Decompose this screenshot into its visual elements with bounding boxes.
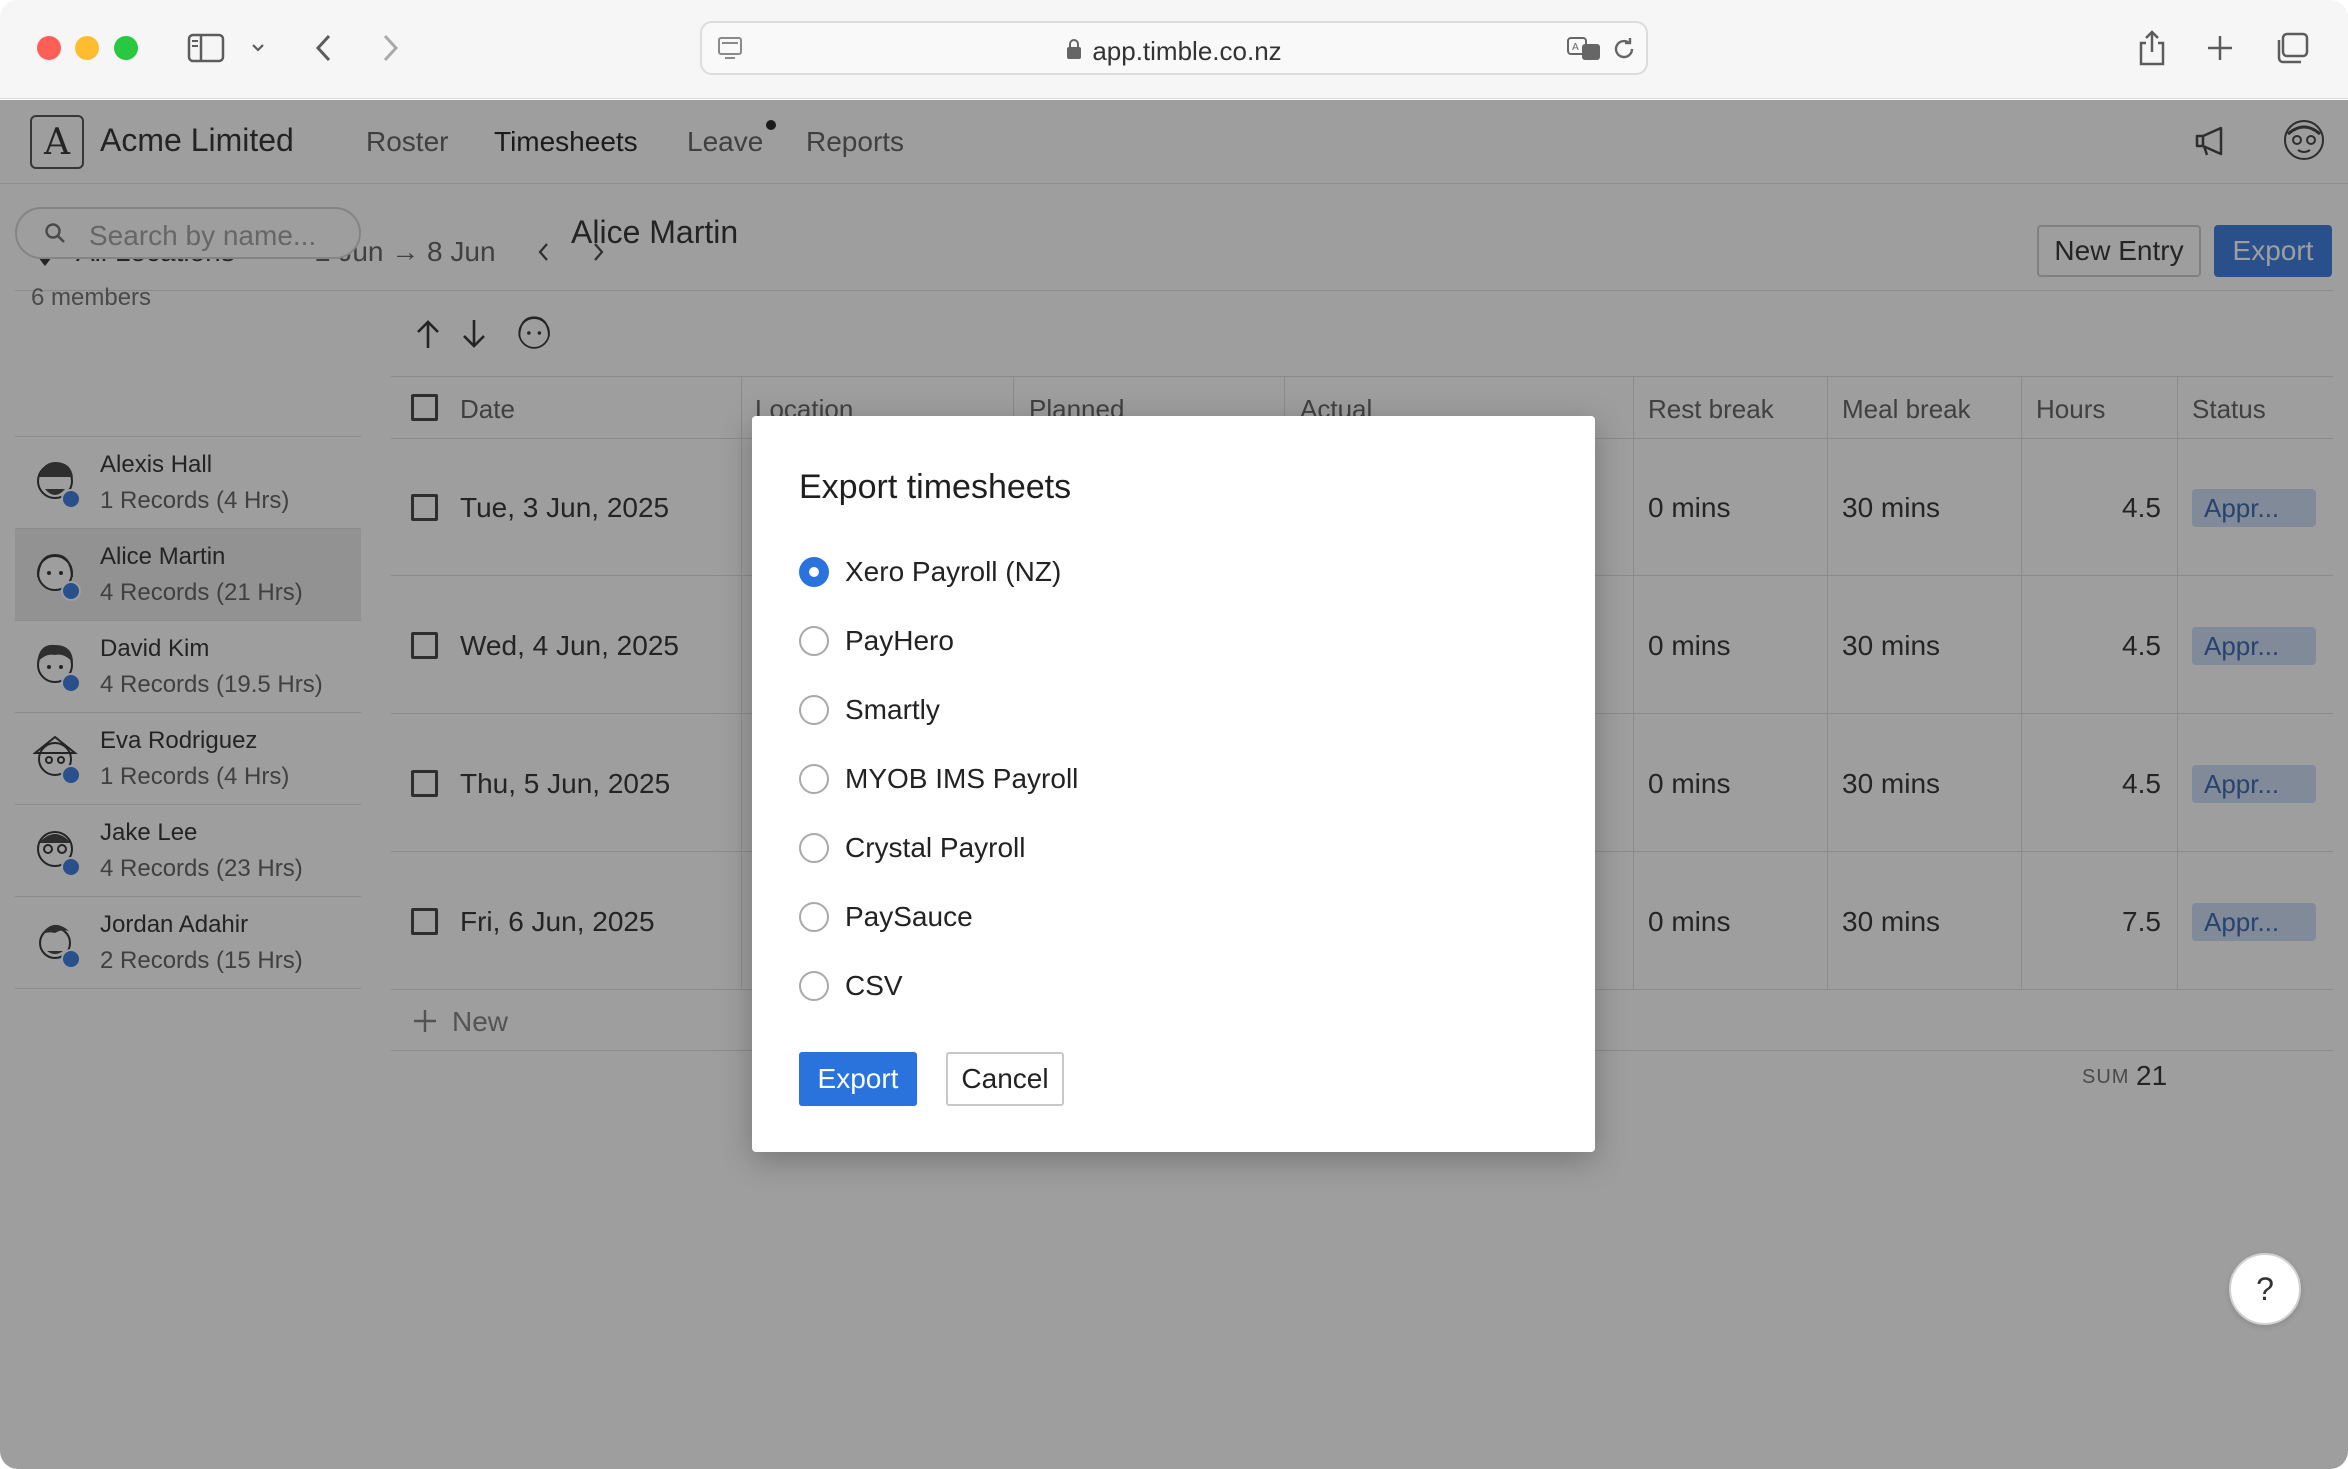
option-csv[interactable]: CSV: [799, 966, 903, 1006]
option-crystal-payroll[interactable]: Crystal Payroll: [799, 828, 1025, 868]
option-label: MYOB IMS Payroll: [845, 763, 1079, 794]
dialog-title: Export timesheets: [799, 468, 1072, 506]
tab-overview-icon[interactable]: [2272, 28, 2312, 68]
radio[interactable]: [799, 902, 829, 932]
option-label: CSV: [845, 970, 903, 1001]
share-icon[interactable]: [2134, 28, 2170, 68]
radio[interactable]: [799, 626, 829, 656]
sidebar-toggle-icon[interactable]: [186, 28, 226, 68]
radio[interactable]: [799, 695, 829, 725]
help-button[interactable]: ?: [2229, 1253, 2301, 1325]
dialog-cancel-button[interactable]: Cancel: [946, 1052, 1064, 1106]
dialog-export-button[interactable]: Export: [799, 1052, 917, 1106]
close-window-button[interactable]: [37, 36, 61, 60]
option-label: Crystal Payroll: [845, 832, 1026, 863]
translate-icon[interactable]: A: [1566, 35, 1604, 68]
radio-selected[interactable]: [799, 557, 829, 587]
radio[interactable]: [799, 833, 829, 863]
option-paysauce[interactable]: PaySauce: [799, 897, 973, 937]
address-bar[interactable]: app.timble.co.nz A: [700, 21, 1648, 75]
url-text: app.timble.co.nz: [1092, 36, 1282, 66]
option-label: Xero Payroll (NZ): [845, 556, 1062, 587]
browser-toolbar: app.timble.co.nz A: [0, 0, 2348, 99]
option-smartly[interactable]: Smartly: [799, 690, 940, 730]
option-label: PayHero: [845, 625, 954, 656]
radio[interactable]: [799, 764, 829, 794]
reload-icon[interactable]: [1610, 35, 1638, 68]
option-label: PaySauce: [845, 901, 973, 932]
browser-window: app.timble.co.nz A A Acme Limited Roster…: [0, 0, 2348, 1469]
svg-text:A: A: [1572, 42, 1579, 53]
option-myob-ims-payroll[interactable]: MYOB IMS Payroll: [799, 759, 1078, 799]
forward-icon[interactable]: [372, 28, 408, 68]
option-label: Smartly: [845, 694, 940, 725]
lock-icon: [1066, 36, 1082, 67]
radio[interactable]: [799, 971, 829, 1001]
back-icon[interactable]: [306, 28, 342, 68]
export-dialog: Export timesheets Xero Payroll (NZ) PayH…: [752, 416, 1595, 1152]
minimize-window-button[interactable]: [75, 36, 99, 60]
chevron-down-icon[interactable]: [248, 28, 268, 68]
option-payhero[interactable]: PayHero: [799, 621, 954, 661]
zoom-window-button[interactable]: [114, 36, 138, 60]
option-xero-payroll[interactable]: Xero Payroll (NZ): [799, 552, 1061, 592]
new-tab-icon[interactable]: [2202, 28, 2238, 68]
